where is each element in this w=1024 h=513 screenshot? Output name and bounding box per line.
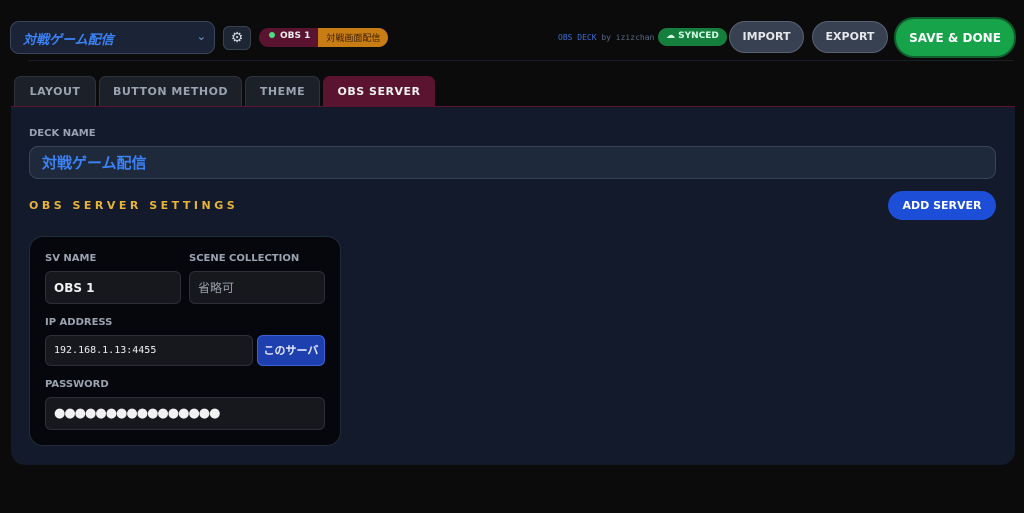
add-server-button[interactable]: ADD SERVER [888, 191, 996, 220]
status-badge: OBS 1 対戦画面配信 [259, 28, 389, 47]
tab-obs-server[interactable]: OBS SERVER [323, 76, 435, 107]
tab-button-method[interactable]: BUTTON METHOD [99, 76, 242, 107]
settings-button[interactable]: ⚙ [223, 26, 251, 50]
header-divider [28, 60, 1014, 61]
server-badge: OBS 1 [259, 28, 319, 47]
credit-author: by izizchan [596, 33, 655, 42]
deck-select[interactable]: 対戦ゲーム配信 ⌄ [10, 21, 215, 54]
ip-address-input[interactable]: 192.168.1.13:4455 [45, 335, 253, 366]
credit-app: OBS DECK [558, 33, 597, 42]
gear-icon: ⚙ [230, 30, 244, 46]
deck-name-input[interactable]: 対戦ゲーム配信 [29, 146, 996, 179]
deck-select-value: 対戦ゲーム配信 [23, 33, 114, 48]
scene-collection-input[interactable]: 省略可 [189, 271, 325, 304]
use-this-server-button[interactable]: このサーバ [257, 335, 325, 366]
ip-address-label: IP ADDRESS [45, 317, 113, 328]
scene-collection-label: SCENE COLLECTION [189, 253, 300, 264]
import-button[interactable]: IMPORT [729, 21, 804, 53]
deck-name-label: DECK NAME [29, 128, 96, 139]
synced-badge: ☁ SYNCED [658, 28, 727, 46]
server-badge-label: OBS 1 [280, 31, 311, 41]
scene-badge: 対戦画面配信 [318, 28, 389, 47]
credit: OBS DECK by izizchan [558, 33, 654, 42]
tab-theme[interactable]: THEME [245, 76, 320, 107]
export-button[interactable]: EXPORT [812, 21, 888, 53]
sv-name-input[interactable]: OBS 1 [45, 271, 181, 304]
chevron-down-icon: ⌄ [196, 30, 206, 43]
sv-name-label: SV NAME [45, 253, 97, 264]
save-done-button[interactable]: SAVE & DONE [894, 17, 1016, 58]
connected-dot-icon [269, 32, 275, 38]
password-input[interactable]: ●●●●●●●●●●●●●●●● [45, 397, 325, 430]
password-label: PASSWORD [45, 379, 109, 390]
tab-layout[interactable]: LAYOUT [14, 76, 96, 107]
section-title: OBS SERVER SETTINGS [29, 199, 239, 212]
